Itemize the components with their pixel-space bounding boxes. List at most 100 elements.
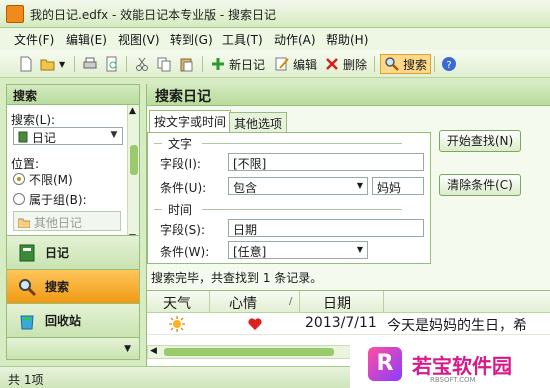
column-divider (209, 291, 210, 313)
search-toolbar-button[interactable]: 搜索 (380, 54, 432, 74)
nav-recycle-bin-label: 回收站 (45, 314, 82, 328)
tab-other-options[interactable]: 其他选项 (229, 112, 288, 132)
edit-label: 编辑 (293, 57, 318, 72)
toolbar-separator (202, 56, 203, 72)
search-label: 搜索(L): (11, 113, 56, 127)
search-scope-select[interactable]: 日记 ▼ (13, 127, 123, 145)
scroll-left-icon[interactable]: ◀ (150, 346, 157, 356)
clear-conditions-button[interactable]: 清除条件(C) (439, 174, 521, 196)
search-icon (385, 57, 399, 71)
window-title: 我的日记.edfx - 效能日记本专业版 - 搜索日记 (30, 8, 277, 22)
row-text: 今天是妈妈的生日，希 (387, 318, 527, 334)
group-item-label: 其他日记 (33, 216, 82, 230)
menu-file[interactable]: 文件(F) (14, 31, 54, 48)
toolbar-separator (126, 56, 127, 72)
help-button[interactable]: ? (441, 54, 457, 74)
text-group-label: 文字 (168, 137, 193, 151)
group-list[interactable]: 其他日记 (13, 211, 121, 231)
group-divider (202, 143, 402, 144)
menu-goto[interactable]: 转到(G) (170, 31, 213, 48)
watermark-text: 若宝软件园 (412, 353, 512, 378)
chevron-down-icon: ▼ (124, 343, 131, 354)
svg-text:?: ? (446, 60, 451, 71)
diary-book-icon (18, 131, 28, 143)
watermark-subtext: RBSOFT.COM (430, 376, 476, 384)
horizontal-scrollbar[interactable]: ◀ (147, 345, 357, 359)
plus-icon (212, 58, 224, 70)
left-panel-header: 搜索 (7, 85, 139, 105)
nav-diary[interactable]: 日记 (7, 235, 139, 269)
edit-pencil-icon (275, 57, 289, 71)
row-date: 2013/7/11 (305, 315, 377, 331)
menu-help[interactable]: 帮助(H) (326, 31, 368, 48)
nav-more[interactable]: ▼ (7, 337, 139, 359)
new-diary-button[interactable]: 新日记 (210, 54, 265, 74)
nav-search[interactable]: 搜索 (7, 269, 139, 303)
chevron-down-icon: ▼ (356, 181, 363, 190)
paste-button[interactable] (178, 54, 194, 74)
scrollbar-thumb[interactable] (130, 145, 138, 175)
menu-tools[interactable]: 工具(T) (222, 31, 263, 48)
nav-search-label: 搜索 (45, 280, 70, 294)
radio-unlimited[interactable] (13, 173, 25, 185)
field-value: [不限] (233, 157, 267, 171)
chevron-down-icon: ▼ (110, 130, 118, 140)
group-item: 其他日记 (17, 214, 82, 230)
condition-select[interactable]: 包含 ▼ (228, 177, 368, 195)
diary-book-icon (19, 244, 35, 261)
cut-button[interactable] (134, 54, 150, 74)
delete-button[interactable]: 删除 (324, 54, 367, 74)
search-label: 搜索 (403, 57, 428, 72)
menu-view[interactable]: 视图(V) (118, 31, 160, 48)
title-bar: 我的日记.edfx - 效能日记本专业版 - 搜索日记 (0, 0, 550, 28)
column-weather[interactable]: 天气 (163, 293, 191, 313)
app-icon (6, 5, 24, 23)
column-date[interactable]: 日期 (323, 293, 351, 313)
search-scope-text: 日记 (31, 131, 56, 145)
time-condition-select[interactable]: [任意] ▼ (228, 241, 368, 259)
scroll-up-icon[interactable]: ▲ (129, 106, 136, 116)
delete-x-icon (326, 58, 338, 70)
field-select[interactable]: [不限] (228, 153, 424, 171)
scissors-icon (136, 57, 148, 71)
heart-icon (248, 318, 262, 330)
time-field-value: 日期 (233, 223, 258, 237)
copy-button[interactable] (156, 54, 172, 74)
printer-icon (83, 57, 97, 69)
scrollbar-thumb[interactable] (164, 348, 334, 356)
table-row[interactable]: 2013/7/11 今天是妈妈的生日，希 (147, 313, 550, 335)
folder-open-icon (40, 59, 55, 71)
condition-label: 条件(U): (160, 181, 207, 195)
radio-unlimited-label: 不限(M) (29, 173, 73, 187)
recycle-bin-icon (20, 315, 34, 329)
edit-button[interactable]: 编辑 (274, 54, 317, 74)
new-file-icon (20, 56, 32, 72)
time-group-label: 时间 (168, 203, 193, 217)
keyword-value: 妈妈 (377, 181, 402, 195)
open-file-button[interactable]: ▼ (40, 54, 65, 74)
menu-edit[interactable]: 编辑(E) (66, 31, 107, 48)
start-search-button[interactable]: 开始查找(N) (439, 130, 521, 152)
column-mood[interactable]: 心情 (229, 293, 257, 313)
delete-label: 删除 (343, 57, 368, 72)
copy-icon (157, 57, 171, 72)
column-divider (299, 291, 300, 313)
sun-icon (169, 316, 185, 332)
new-file-button[interactable] (18, 54, 34, 74)
group-divider (154, 143, 162, 144)
tab-text-or-time[interactable]: 按文字或时间 (149, 110, 232, 132)
nav-recycle-bin[interactable]: 回收站 (7, 303, 139, 337)
radio-belongs-group[interactable] (13, 193, 25, 205)
print-preview-icon (106, 56, 117, 72)
print-preview-button[interactable] (104, 54, 120, 74)
time-field-select[interactable]: 日期 (228, 219, 424, 237)
toolbar-separator (374, 56, 375, 72)
left-panel-scrollbar[interactable]: ▲ ▼ (127, 105, 139, 247)
keyword-input[interactable]: 妈妈 (372, 177, 424, 195)
print-button[interactable] (82, 54, 98, 74)
table-header: 天气 心情 / 日期 (147, 291, 550, 313)
menu-actions[interactable]: 动作(A) (274, 31, 316, 48)
position-label: 位置: (11, 157, 40, 171)
folder-icon (17, 218, 31, 229)
left-panel: 搜索 搜索(L): 日记 ▼ 位置: 不限(M) 属于组(B): 其他日记 ▲ … (6, 84, 140, 360)
